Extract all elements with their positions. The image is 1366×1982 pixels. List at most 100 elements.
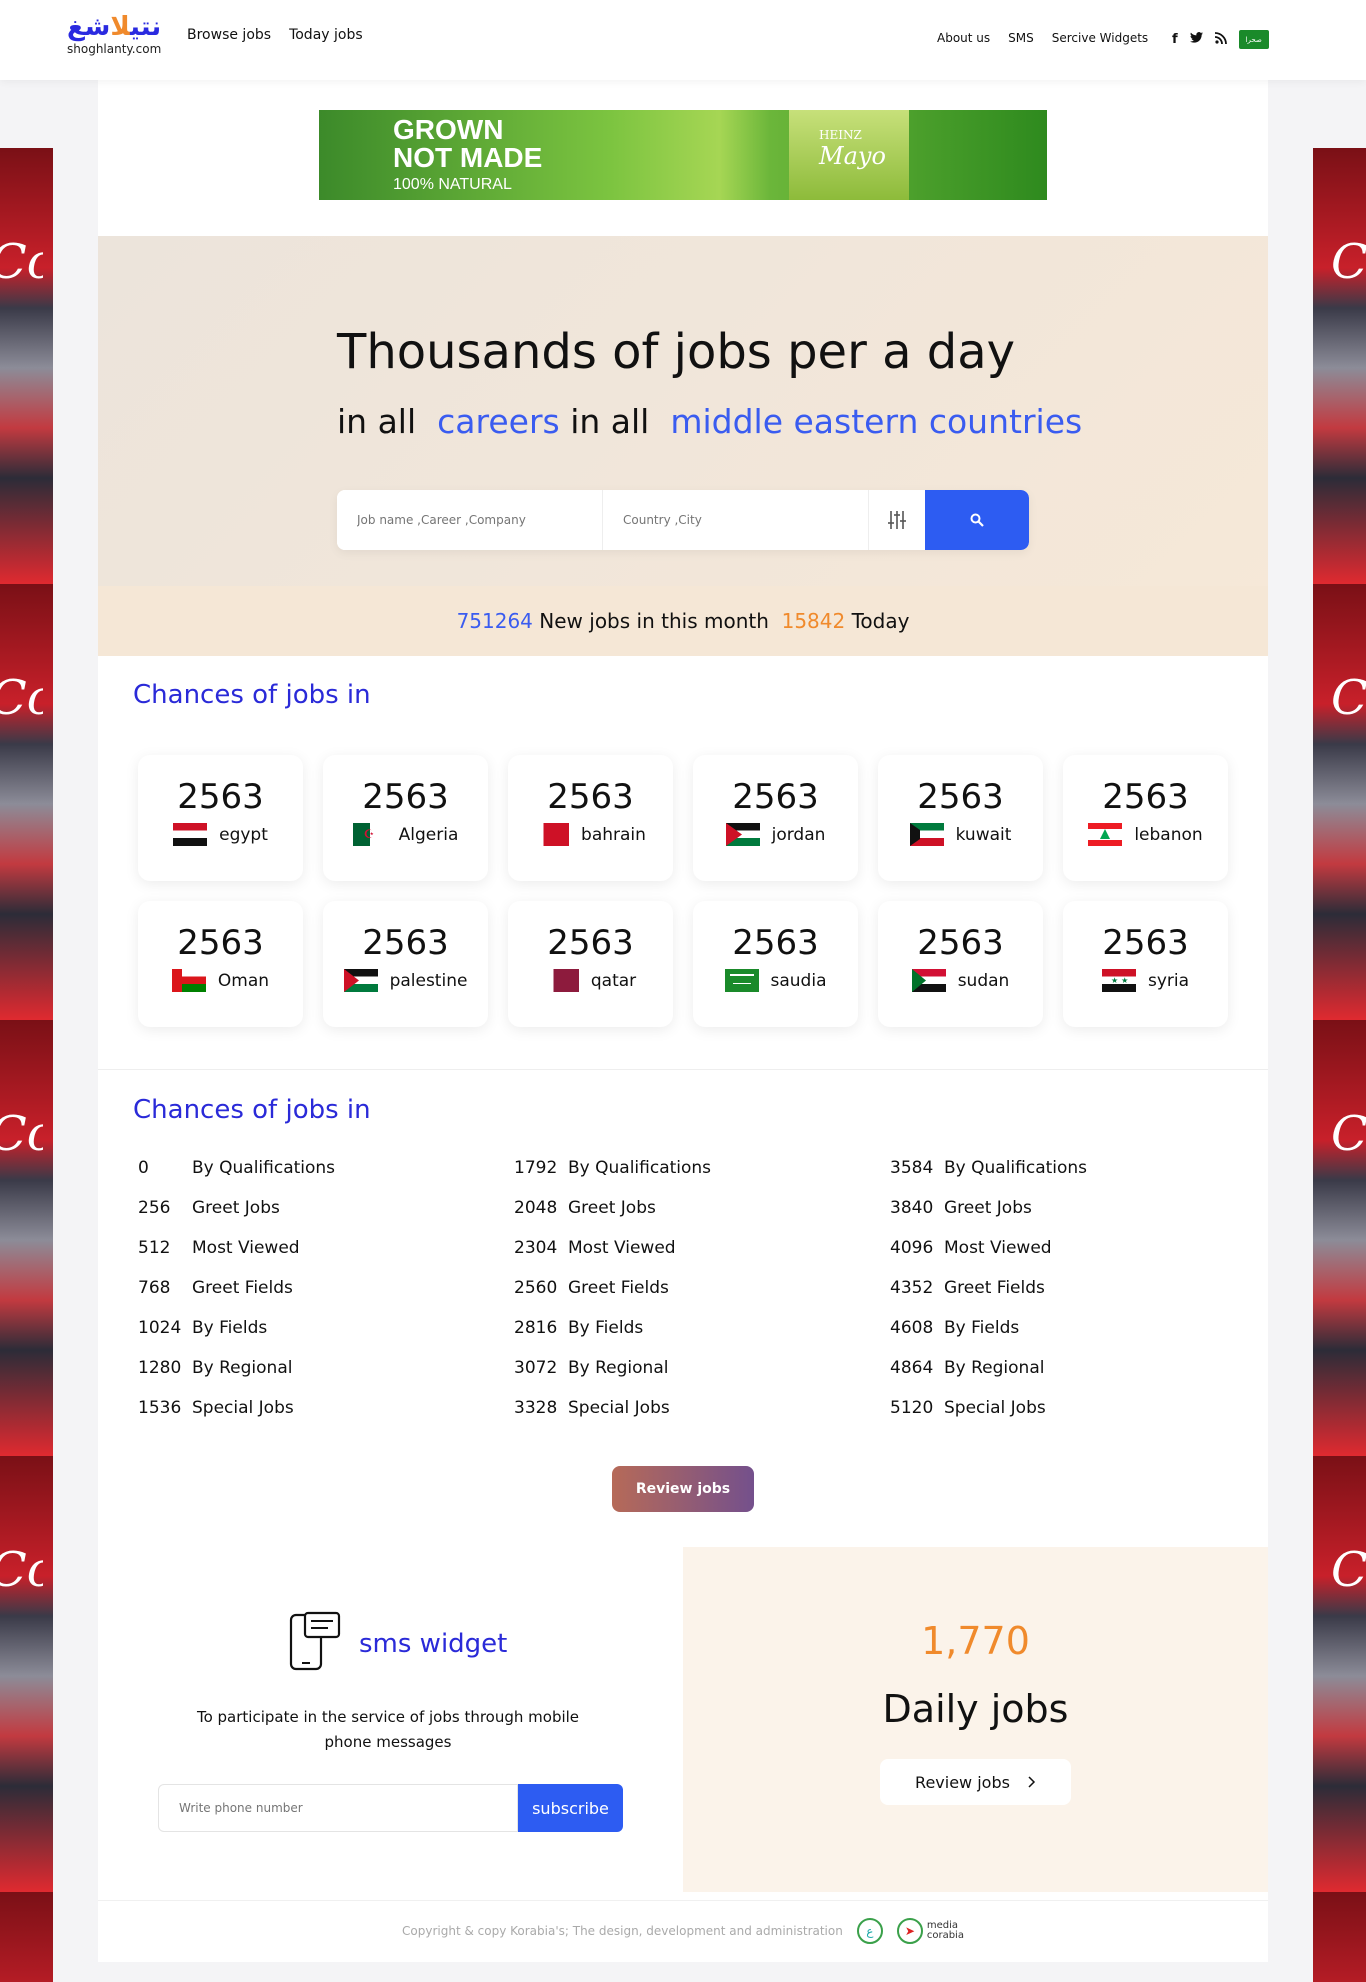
category-column: 1792 By Qualifications 2048 Greet Jobs 230… (514, 1158, 890, 1438)
page-footer: Copyright & copy Korabia's; The design, … (98, 1900, 1268, 1960)
nav-about-us[interactable]: About us (937, 31, 990, 45)
list-item[interactable]: 2560 Greet Fields (514, 1278, 890, 1318)
country-count: 2563 (547, 923, 634, 963)
location-search-input[interactable] (603, 490, 869, 550)
lebanon-flag-icon (1088, 823, 1123, 846)
list-item[interactable]: 3840 Greet Jobs (890, 1198, 1228, 1238)
country-name: saudia (770, 970, 827, 991)
country-card-qatar[interactable]: 2563 qatar (508, 901, 673, 1027)
list-item[interactable]: 256 Greet Jobs (138, 1198, 514, 1238)
saudi-flag-icon (724, 969, 759, 992)
main-container: GROWN NOT MADE 100% NATURAL HEINZ Mayo Tho… (98, 80, 1268, 1962)
banner-headline: GROWN NOT MADE (393, 114, 543, 173)
list-item[interactable]: 2048 Greet Jobs (514, 1198, 890, 1238)
primary-nav: Browse jobs Today jobs (187, 27, 363, 43)
category-lists: 0 By Qualifications 256 Greet Jobs 512 Most… (138, 1158, 1228, 1438)
nav-sms[interactable]: SMS (1008, 31, 1034, 45)
side-ad-logo: Coca-Cola (0, 1542, 43, 1598)
list-item[interactable]: 512 Most Viewed (138, 1238, 514, 1278)
side-ad-right[interactable]: Coca-Cola Coca-Cola Coca-Cola Coca-Cola (1313, 148, 1366, 1982)
syria-flag-icon: ★★ (1101, 969, 1136, 992)
filter-button[interactable] (869, 490, 925, 550)
list-item[interactable]: 4608 By Fields (890, 1318, 1228, 1358)
list-item[interactable]: 3328 Special Jobs (514, 1398, 890, 1438)
country-card-sudan[interactable]: 2563 sudan (878, 901, 1043, 1027)
mobile-message-icon (288, 1611, 342, 1677)
side-ad-left[interactable]: Coca-Cola Coca-Cola Coca-Cola Coca-Cola (0, 148, 53, 1982)
site-logo[interactable]: نتيلاشغ shoghlanty.com (67, 12, 161, 56)
job-search-input[interactable] (337, 490, 603, 550)
egypt-flag-icon (173, 823, 208, 846)
nav-today-jobs[interactable]: Today jobs (289, 27, 363, 43)
daily-jobs-label: Daily jobs (882, 1687, 1069, 1731)
list-item[interactable]: 5120 Special Jobs (890, 1398, 1228, 1438)
section-divider (98, 1069, 1268, 1070)
banner-brand: HEINZ Mayo (819, 128, 886, 170)
country-name: Oman (217, 970, 270, 991)
button-label: Review jobs (915, 1772, 1010, 1792)
banner-subline: 100% NATURAL (393, 176, 512, 193)
category-column: 3584 By Qualifications 3840 Greet Jobs 409… (890, 1158, 1228, 1438)
secondary-nav: About us SMS Sercive Widgets (937, 31, 1148, 45)
country-name: qatar (590, 970, 637, 991)
search-button[interactable] (925, 490, 1029, 550)
country-card-saudia[interactable]: 2563 saudia (693, 901, 858, 1027)
country-count: 2563 (1102, 923, 1189, 963)
list-item[interactable]: 1536 Special Jobs (138, 1398, 514, 1438)
list-item[interactable]: 4352 Greet Fields (890, 1278, 1228, 1318)
bahrain-flag-icon (535, 823, 570, 846)
list-item[interactable]: 4096 Most Viewed (890, 1238, 1228, 1278)
country-card-kuwait[interactable]: 2563 kuwait (878, 755, 1043, 881)
phone-number-input[interactable] (158, 1784, 518, 1832)
list-item[interactable]: 0 By Qualifications (138, 1158, 514, 1198)
media-corabia-logo[interactable]: ➤ media corabia (896, 1917, 964, 1944)
list-item[interactable]: 1280 By Regional (138, 1358, 514, 1398)
list-item[interactable]: 4864 By Regional (890, 1358, 1228, 1398)
country-card-egypt[interactable]: 2563 egypt (138, 755, 303, 881)
country-count: 2563 (917, 777, 1004, 817)
country-cards: 2563 egypt 2563 ☪ Algeria 2563 bahrain 25… (138, 755, 1228, 1027)
sms-widget-panel: sms widget To participate in the service… (98, 1547, 683, 1892)
list-item[interactable]: 3072 By Regional (514, 1358, 890, 1398)
hero-subtitle: in all careers in all middle eastern cou… (337, 402, 1083, 441)
country-card-jordan[interactable]: 2563 jordan (693, 755, 858, 881)
country-count: 2563 (732, 923, 819, 963)
list-item[interactable]: 1792 By Qualifications (514, 1158, 890, 1198)
twitter-icon[interactable] (1189, 32, 1203, 47)
banner-ad[interactable]: GROWN NOT MADE 100% NATURAL HEINZ Mayo (319, 110, 1047, 200)
review-jobs-button[interactable]: Review jobs (612, 1466, 754, 1512)
sudan-flag-icon (911, 969, 946, 992)
careers-link[interactable]: careers (437, 402, 560, 441)
country-count: 2563 (362, 777, 449, 817)
facebook-icon[interactable]: f (1172, 32, 1178, 47)
list-item[interactable]: 3584 By Qualifications (890, 1158, 1228, 1198)
list-item[interactable]: 768 Greet Fields (138, 1278, 514, 1318)
country-name: sudan (957, 970, 1010, 991)
list-item[interactable]: 2304 Most Viewed (514, 1238, 890, 1278)
country-card-lebanon[interactable]: 2563 lebanon (1063, 755, 1228, 881)
country-card-algeria[interactable]: 2563 ☪ Algeria (323, 755, 488, 881)
countries-link[interactable]: middle eastern countries (670, 402, 1082, 441)
country-card-palestine[interactable]: 2563 palestine (323, 901, 488, 1027)
side-ad-logo: Coca-Cola (0, 670, 43, 726)
qatar-flag-icon (544, 969, 579, 992)
jordan-flag-icon (725, 823, 760, 846)
side-ad-logo: Coca-Cola (0, 234, 43, 290)
language-flag-button[interactable]: صحرا (1238, 30, 1269, 49)
daily-review-jobs-button[interactable]: Review jobs (880, 1759, 1071, 1805)
country-count: 2563 (732, 777, 819, 817)
country-card-syria[interactable]: 2563 ★★ syria (1063, 901, 1228, 1027)
nav-service-widgets[interactable]: Sercive Widgets (1052, 31, 1148, 45)
country-card-oman[interactable]: 2563 Oman (138, 901, 303, 1027)
subscribe-button[interactable]: subscribe (518, 1784, 623, 1832)
list-item[interactable]: 1024 By Fields (138, 1318, 514, 1358)
logo-arabic: نتيلاشغ (67, 12, 162, 42)
sms-widget-description: To participate in the service of jobs th… (196, 1708, 580, 1751)
country-card-bahrain[interactable]: 2563 bahrain (508, 755, 673, 881)
search-bar (337, 490, 1029, 550)
palestine-flag-icon (343, 969, 378, 992)
korabia-logo-icon[interactable]: ع (856, 1917, 883, 1944)
list-item[interactable]: 2816 By Fields (514, 1318, 890, 1358)
rss-icon[interactable] (1214, 31, 1227, 48)
nav-browse-jobs[interactable]: Browse jobs (187, 27, 271, 43)
